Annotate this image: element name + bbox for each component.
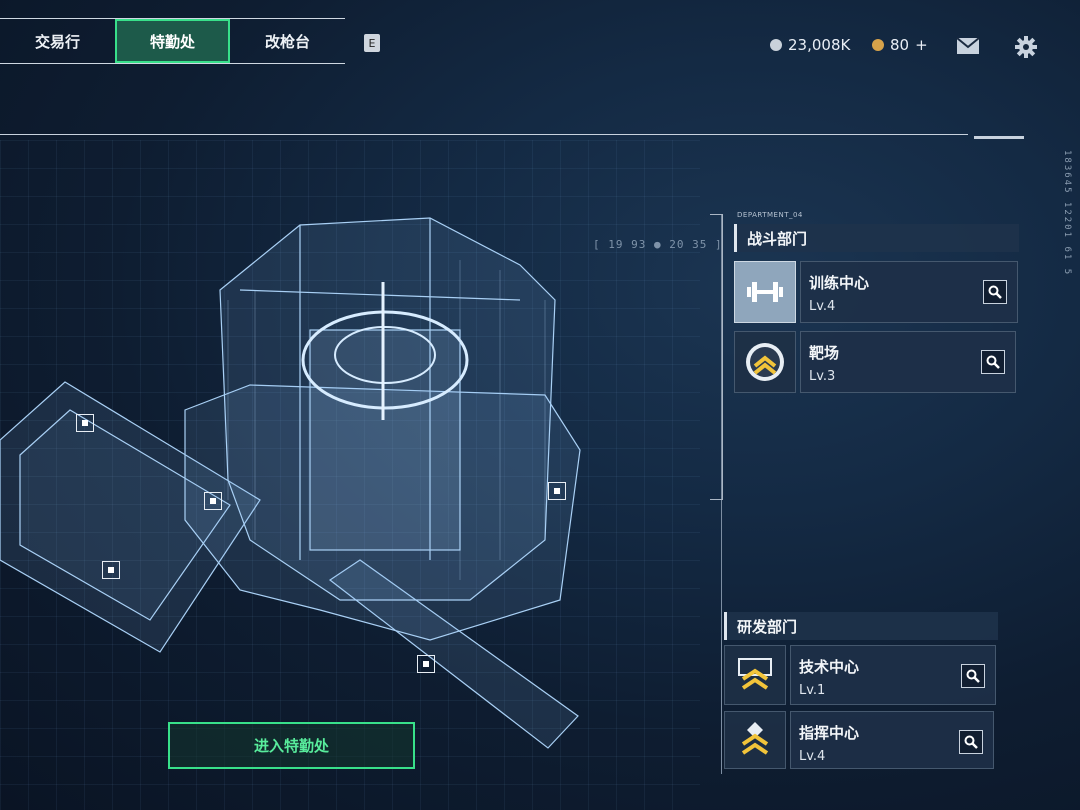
target-chevron-icon: [734, 331, 796, 393]
search-icon[interactable]: [981, 350, 1005, 374]
gear-icon[interactable]: [1015, 36, 1037, 62]
gold-currency[interactable]: 80 +: [872, 36, 928, 54]
facility-tech-center[interactable]: 技术中心 Lv.1: [724, 645, 996, 705]
department-tag: DEPARTMENT_04: [737, 211, 803, 219]
base-hologram: [0, 217, 581, 749]
map-marker[interactable]: [204, 492, 222, 510]
mail-icon[interactable]: [956, 37, 980, 59]
combat-department-title: 战斗部门: [734, 224, 1019, 252]
top-tabs: 交易行 特勤处 改枪台: [0, 18, 345, 64]
tab-trading[interactable]: 交易行: [0, 19, 115, 63]
map-marker[interactable]: [548, 482, 566, 500]
map-marker[interactable]: [417, 655, 435, 673]
map-marker[interactable]: [76, 414, 94, 432]
facility-level: Lv.4: [799, 749, 826, 764]
dumbbell-icon: [734, 261, 796, 323]
add-gold-button[interactable]: +: [915, 36, 928, 54]
search-icon[interactable]: [961, 664, 985, 688]
header-divider-accent: [974, 136, 1024, 139]
facility-training-center[interactable]: 训练中心 Lv.4: [734, 261, 1018, 323]
panel-bracket: [710, 214, 723, 500]
facility-level: Lv.3: [809, 369, 836, 384]
silver-coin-icon: [770, 39, 782, 51]
header-divider: [0, 134, 968, 135]
command-chevron-icon: [724, 711, 786, 769]
gold-amount: 80: [890, 36, 910, 54]
tab-gunsmith[interactable]: 改枪台: [230, 19, 345, 63]
facility-command-center[interactable]: 指挥中心 Lv.4: [724, 711, 994, 769]
map-marker[interactable]: [102, 561, 120, 579]
tech-chevron-icon: [724, 645, 786, 705]
search-icon[interactable]: [983, 280, 1007, 304]
facility-name: 靶场: [809, 344, 840, 362]
gold-coin-icon: [872, 39, 884, 51]
facility-level: Lv.4: [809, 299, 836, 314]
silver-currency: 23,008K: [770, 36, 850, 54]
silver-amount: 23,008K: [788, 36, 851, 54]
enter-special-ops-button[interactable]: 进入特勤处: [168, 722, 415, 769]
facility-name: 训练中心: [809, 274, 870, 292]
facility-name: 指挥中心: [799, 724, 860, 742]
facility-shooting-range[interactable]: 靶场 Lv.3: [734, 331, 1016, 393]
tab-special-ops[interactable]: 特勤处: [115, 19, 230, 63]
side-serial-numbers: 183645 12201 61 5: [1062, 150, 1072, 277]
facility-name: 技术中心: [799, 658, 860, 676]
shortcut-key-hint: E: [364, 34, 380, 52]
search-icon[interactable]: [959, 730, 983, 754]
facility-level: Lv.1: [799, 683, 826, 698]
rnd-department-title: 研发部门: [724, 612, 998, 640]
